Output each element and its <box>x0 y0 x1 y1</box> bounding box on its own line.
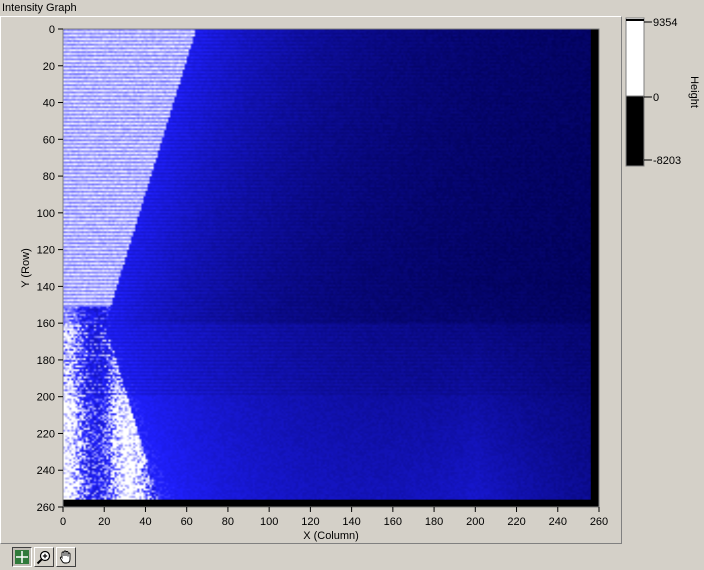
graph-title: Intensity Graph <box>2 2 77 14</box>
y-tick-label: 200 <box>37 392 55 404</box>
x-tick-label: 200 <box>466 516 484 528</box>
y-tick-label: 0 <box>49 24 55 36</box>
x-axis-label: X (Column) <box>303 530 359 542</box>
y-tick-label: 80 <box>43 171 55 183</box>
y-tick-label: 20 <box>43 61 55 73</box>
color-scale-mid-label: 0 <box>653 92 659 104</box>
x-tick-label: 120 <box>301 516 319 528</box>
intensity-plot[interactable]: 0 20 40 60 80 100 120 140 160 180 200 220 240 260 0 20 4… <box>1 17 623 545</box>
y-axis-label: Y (Row) <box>20 248 32 288</box>
y-tick-label: 140 <box>37 281 55 293</box>
graph-frame: 0 20 40 60 80 100 120 140 160 180 200 220 240 260 0 20 4… <box>0 16 622 544</box>
y-tick-label: 120 <box>37 245 55 257</box>
color-scale-label: Height <box>688 76 700 108</box>
x-tick-label: 160 <box>384 516 402 528</box>
x-tick-label: 180 <box>425 516 443 528</box>
x-tick-label: 240 <box>549 516 567 528</box>
x-tick-label: 40 <box>139 516 151 528</box>
x-tick-label: 140 <box>342 516 360 528</box>
x-tick-label: 0 <box>60 516 66 528</box>
hand-icon <box>59 550 71 564</box>
crosshair-icon <box>15 550 29 564</box>
x-tick-label: 60 <box>181 516 193 528</box>
x-tick-label: 100 <box>260 516 278 528</box>
y-tick-label: 180 <box>37 355 55 367</box>
color-scale: 9354 0 -8203 Height <box>624 16 704 176</box>
zoom-tool-button[interactable] <box>34 547 54 567</box>
heatmap-raster <box>63 29 591 500</box>
color-scale-ramp-bottom[interactable] <box>625 95 645 167</box>
y-tick-label: 220 <box>37 428 55 440</box>
graph-palette <box>12 547 78 569</box>
x-tick-label: 20 <box>98 516 110 528</box>
y-tick-label: 40 <box>43 98 55 110</box>
x-tick-label: 220 <box>507 516 525 528</box>
pan-tool-button[interactable] <box>56 547 76 567</box>
y-tick-label: 60 <box>43 134 55 146</box>
cursor-tool-button[interactable] <box>12 547 32 567</box>
y-tick-label: 160 <box>37 318 55 330</box>
x-tick-label: 80 <box>222 516 234 528</box>
color-scale-ramp-top[interactable] <box>625 17 645 97</box>
y-tick-label: 240 <box>37 465 55 477</box>
color-scale-min-label: -8203 <box>653 155 681 167</box>
y-tick-label: 260 <box>37 502 55 514</box>
color-scale-max-label: 9354 <box>653 17 677 29</box>
x-tick-label: 260 <box>590 516 608 528</box>
zoom-icon <box>36 550 51 565</box>
y-tick-label: 100 <box>37 208 55 220</box>
heatmap-image <box>63 29 591 500</box>
